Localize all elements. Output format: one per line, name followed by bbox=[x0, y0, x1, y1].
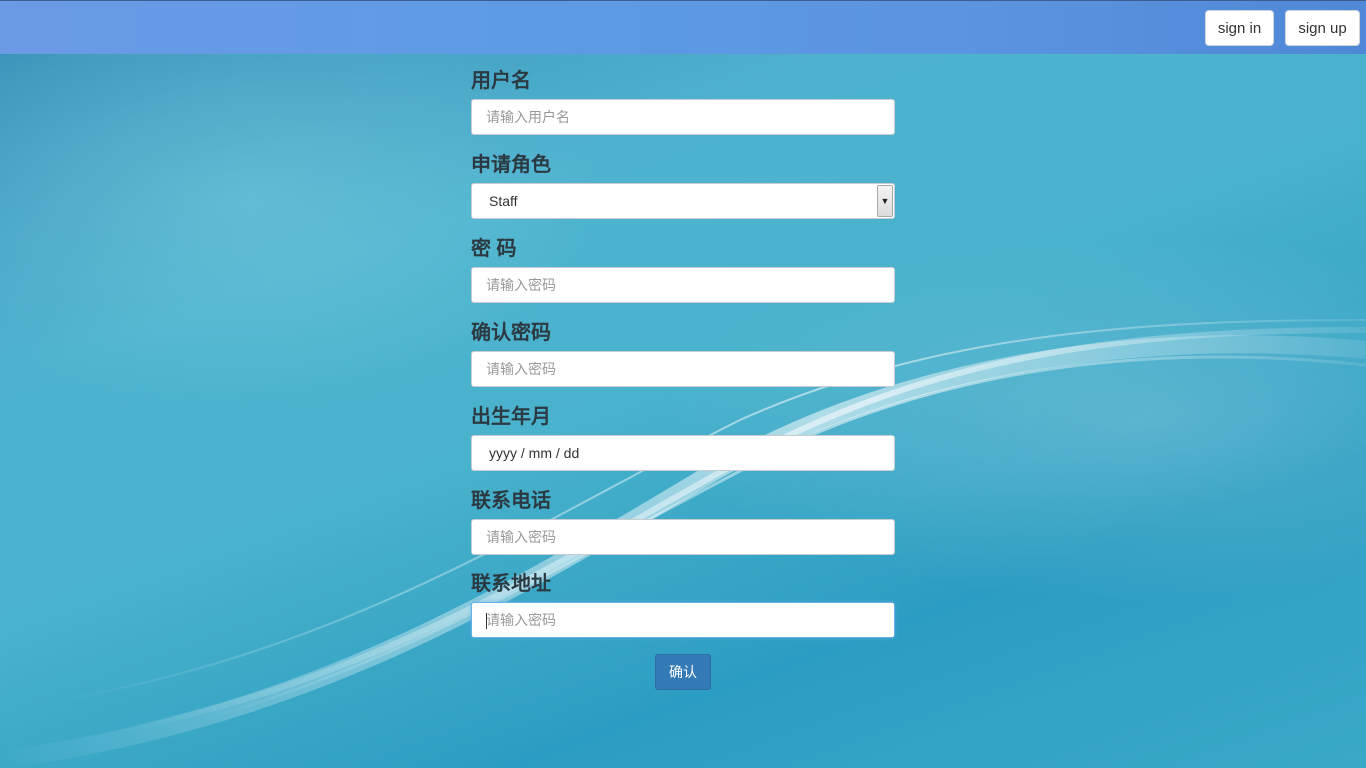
username-field-group: 用户名 请输入用户名 bbox=[471, 66, 895, 135]
address-placeholder: 请输入密码 bbox=[486, 612, 556, 628]
address-input[interactable]: 请输入密码 bbox=[471, 602, 895, 638]
confirm-password-field-group: 确认密码 请输入密码 bbox=[471, 318, 895, 387]
address-label: 联系地址 bbox=[471, 573, 551, 595]
chevron-down-icon[interactable]: ▼ bbox=[877, 185, 893, 217]
sign-in-button[interactable]: sign in bbox=[1205, 10, 1274, 46]
role-field-group: 申请角色 Staff ▼ bbox=[471, 150, 895, 219]
confirm-password-input[interactable]: 请输入密码 bbox=[471, 351, 895, 387]
username-label: 用户名 bbox=[471, 70, 531, 92]
sign-up-button[interactable]: sign up bbox=[1285, 10, 1360, 46]
confirm-button[interactable]: 确认 bbox=[655, 654, 711, 690]
address-field-group: 联系地址 请输入密码 bbox=[471, 569, 895, 638]
confirm-password-label: 确认密码 bbox=[471, 322, 551, 344]
role-selected-value: Staff bbox=[489, 193, 518, 209]
phone-field-group: 联系电话 请输入密码 bbox=[471, 486, 895, 555]
birthdate-label: 出生年月 bbox=[471, 406, 551, 428]
top-navbar: sign in sign up bbox=[0, 0, 1366, 54]
phone-label: 联系电话 bbox=[471, 490, 551, 512]
password-field-group: 密 码 请输入密码 bbox=[471, 234, 895, 303]
birthdate-field-group: 出生年月 yyyy / mm / dd bbox=[471, 402, 895, 471]
role-label: 申请角色 bbox=[471, 154, 551, 176]
phone-input[interactable]: 请输入密码 bbox=[471, 519, 895, 555]
username-input[interactable]: 请输入用户名 bbox=[471, 99, 895, 135]
birthdate-input[interactable]: yyyy / mm / dd bbox=[471, 435, 895, 471]
password-label: 密 码 bbox=[471, 238, 517, 260]
password-input[interactable]: 请输入密码 bbox=[471, 267, 895, 303]
text-caret bbox=[486, 613, 487, 629]
role-select[interactable]: Staff ▼ bbox=[471, 183, 895, 219]
